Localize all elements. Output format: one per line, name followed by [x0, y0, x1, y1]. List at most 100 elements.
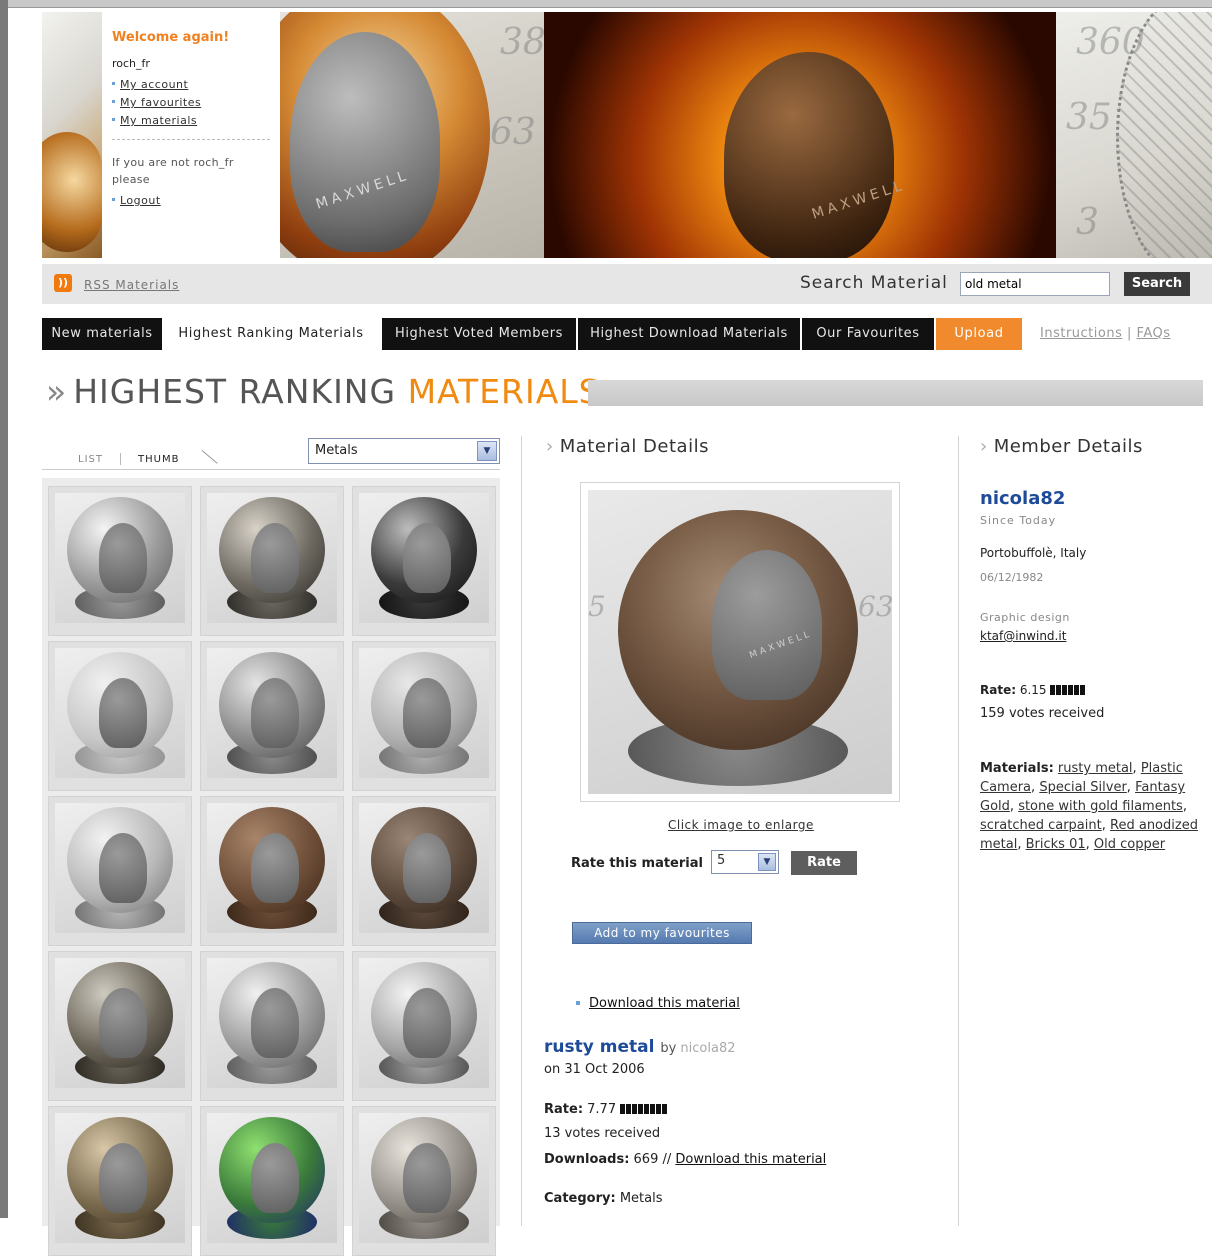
- material-thumbnail[interactable]: [200, 796, 344, 946]
- material-author[interactable]: nicola82: [680, 1041, 735, 1056]
- title-decor-bar: [588, 380, 1203, 406]
- download-material-link-2[interactable]: Download this material: [675, 1152, 826, 1167]
- material-thumbnail[interactable]: [352, 486, 496, 636]
- material-thumbnail[interactable]: [200, 1106, 344, 1256]
- page-title-main: HIGHEST RANKING: [73, 372, 408, 411]
- instructions-link[interactable]: Instructions: [1040, 326, 1122, 341]
- material-thumbnail-image[interactable]: [207, 1113, 337, 1243]
- material-thumbnail-image[interactable]: [207, 493, 337, 623]
- material-thumbnail-image[interactable]: [359, 493, 489, 623]
- material-thumbnail[interactable]: [48, 641, 192, 791]
- rss-icon[interactable]: )): [54, 274, 72, 292]
- member-votes: 159 votes received: [980, 706, 1105, 721]
- material-thumbnail[interactable]: [352, 951, 496, 1101]
- faqs-link[interactable]: FAQs: [1137, 326, 1171, 341]
- material-votes: 13 votes received: [544, 1126, 661, 1141]
- download-material-link[interactable]: Download this material: [589, 996, 740, 1011]
- material-thumbnail-image[interactable]: [55, 958, 185, 1088]
- member-name[interactable]: nicola82: [980, 488, 1065, 509]
- welcome-divider: [112, 139, 270, 140]
- logout-item: Logout: [112, 194, 270, 207]
- material-thumbnail-image[interactable]: [55, 803, 185, 933]
- tab-new-materials[interactable]: New materials: [42, 318, 162, 350]
- material-thumbnail[interactable]: [352, 796, 496, 946]
- rating-bar-segment: [1074, 685, 1080, 695]
- material-thumbnail[interactable]: [48, 796, 192, 946]
- member-location: Portobuffolè, Italy: [980, 546, 1087, 560]
- material-thumbnail[interactable]: [352, 641, 496, 791]
- my-favourites-link[interactable]: My favourites: [120, 96, 201, 109]
- material-thumbnail[interactable]: [200, 951, 344, 1101]
- member-material-link[interactable]: scratched carpaint: [980, 818, 1102, 833]
- material-thumbnail[interactable]: [48, 1106, 192, 1256]
- rating-bar-segment: [650, 1104, 656, 1114]
- logout-link[interactable]: Logout: [120, 194, 161, 207]
- member-material-link[interactable]: Bricks 01: [1026, 837, 1086, 852]
- window-top-border: [0, 0, 1212, 8]
- view-thumb-tab[interactable]: THUMB: [138, 454, 179, 465]
- welcome-box: Welcome again! roch_fr My account My fav…: [102, 12, 280, 258]
- tab-our-favourites[interactable]: Our Favourites: [802, 318, 934, 350]
- material-thumbnail[interactable]: [48, 951, 192, 1101]
- page: Welcome again! roch_fr My account My fav…: [8, 8, 1212, 1256]
- material-preview[interactable]: 5 63 MAXWELL: [580, 482, 900, 802]
- material-thumbnail-image[interactable]: [55, 648, 185, 778]
- member-materials-key: Materials:: [980, 761, 1054, 776]
- rating-bar-segment: [620, 1104, 626, 1114]
- material-details-heading-text: Material Details: [559, 436, 709, 457]
- tab-highest-voted-members[interactable]: Highest Voted Members: [382, 318, 576, 350]
- rss-materials-link[interactable]: RSS Materials: [84, 278, 179, 292]
- tab-highest-ranking-materials[interactable]: Highest Ranking Materials: [162, 318, 380, 350]
- material-thumbnail[interactable]: [352, 1106, 496, 1256]
- search-bar: )) RSS Materials Search Material Search: [42, 264, 1212, 304]
- tab-upload[interactable]: Upload: [936, 318, 1022, 350]
- my-materials-link[interactable]: My materials: [120, 114, 197, 127]
- chevron-down-icon[interactable]: ▼: [758, 853, 776, 871]
- material-thumbnail-image[interactable]: [55, 1113, 185, 1243]
- rating-bar-segment: [638, 1104, 644, 1114]
- chevron-down-icon[interactable]: ▼: [477, 441, 497, 461]
- rating-bar-segment: [1050, 685, 1056, 695]
- rating-bar-segment: [1062, 685, 1068, 695]
- enlarge-image-link[interactable]: Click image to enlarge: [668, 818, 814, 832]
- material-thumbnail-image[interactable]: [207, 648, 337, 778]
- material-thumbnail-image[interactable]: [207, 958, 337, 1088]
- material-thumbnail[interactable]: [200, 641, 344, 791]
- material-rating-bars: [620, 1103, 668, 1114]
- page-title-accent: MATERIALS: [407, 372, 601, 411]
- material-thumbnail[interactable]: [48, 486, 192, 636]
- search-button[interactable]: Search: [1124, 272, 1190, 296]
- header-banner: Welcome again! roch_fr My account My fav…: [42, 12, 1212, 258]
- member-email-link[interactable]: ktaf@inwind.it: [980, 629, 1066, 643]
- member-occupation: Graphic design: [980, 611, 1070, 624]
- material-thumbnail-image[interactable]: [359, 958, 489, 1088]
- welcome-username: roch_fr: [112, 57, 150, 70]
- material-thumbnail-image[interactable]: [207, 803, 337, 933]
- my-account-link[interactable]: My account: [120, 78, 188, 91]
- material-thumbnail-image[interactable]: [359, 1113, 489, 1243]
- rate-button[interactable]: Rate: [791, 851, 857, 875]
- member-material-link[interactable]: rusty metal: [1058, 761, 1133, 776]
- material-details-heading: › Material Details: [546, 436, 709, 457]
- member-rate-value: 6.15: [1019, 683, 1047, 697]
- not-user-note: If you are not roch_fr please: [112, 156, 234, 186]
- material-thumbnail[interactable]: [200, 486, 344, 636]
- material-preview-image[interactable]: 5 63 MAXWELL: [588, 490, 892, 794]
- rate-select[interactable]: 5 ▼: [711, 850, 779, 874]
- view-list-tab[interactable]: LIST: [78, 454, 103, 465]
- material-thumbnail-image[interactable]: [359, 803, 489, 933]
- member-material-link[interactable]: stone with gold filaments: [1018, 799, 1183, 814]
- tab-highest-download-materials[interactable]: Highest Download Materials: [578, 318, 800, 350]
- bullet-icon: [576, 1001, 580, 1005]
- member-details-heading-text: Member Details: [993, 436, 1143, 457]
- logout-links: Logout: [112, 194, 270, 207]
- add-to-favourites-button[interactable]: Add to my favourites: [572, 922, 752, 944]
- tab-slant-divider: [201, 450, 218, 464]
- account-link-item: My materials: [112, 114, 270, 127]
- member-material-link[interactable]: Special Silver: [1039, 780, 1126, 795]
- material-thumbnail-image[interactable]: [359, 648, 489, 778]
- category-select[interactable]: Metals ▼: [308, 438, 500, 464]
- search-input[interactable]: [960, 272, 1110, 296]
- member-material-link[interactable]: Old copper: [1094, 837, 1165, 852]
- material-thumbnail-image[interactable]: [55, 493, 185, 623]
